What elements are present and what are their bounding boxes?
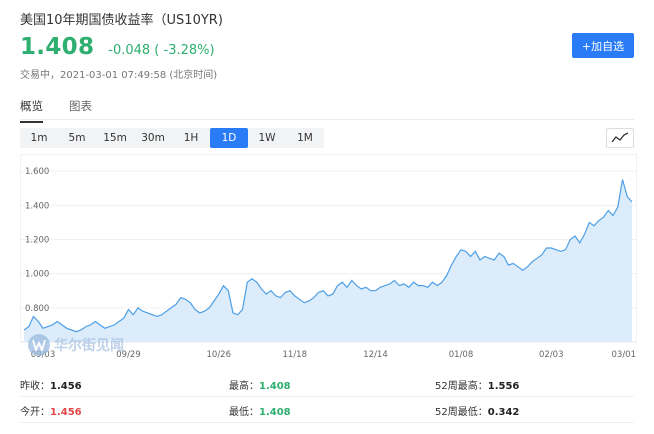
stats-table: 昨收：1.456 最高：1.408 52周最高：1.556 今开：1.456 最… [20,371,634,423]
price-row: 1.408 -0.048 ( -3.28%) [20,34,215,60]
period-5m[interactable]: 5m [58,128,96,148]
stats-row: 今开：1.456 最低：1.408 52周最低：0.342 [20,397,634,423]
price-chart[interactable]: 0.8001.0001.2001.4001.60009/0309/2910/26… [19,153,638,360]
stat-open: 今开：1.456 [20,407,82,418]
period-15m[interactable]: 15m [96,128,134,148]
tabs-divider [20,119,634,120]
x-tick-label: 03/01 [612,350,637,358]
period-1m[interactable]: 1m [20,128,58,148]
trading-status: 交易中， [20,70,60,81]
x-tick-label: 12/14 [363,350,388,358]
x-tick-label: 01/08 [449,350,474,358]
watermark-text: 华尔街见闻 [54,338,124,354]
line-chart-icon [611,132,629,143]
price-chart-svg: 0.8001.0001.2001.4001.60009/0309/2910/26… [19,153,638,360]
timestamp: 2021-03-01 07:49:58 (北京时间) [60,70,218,81]
y-tick-label: 1.600 [25,167,49,177]
stat-prev-close: 昨收：1.456 [20,381,82,392]
period-1mo[interactable]: 1M [286,128,324,148]
period-1w[interactable]: 1W [248,128,286,148]
price-change: -0.048 ( -3.28%) [108,43,215,58]
x-tick-label: 02/03 [539,350,564,358]
x-tick-label: 11/18 [283,350,308,358]
chart-type-button[interactable] [606,128,634,148]
period-selector: 1m 5m 15m 30m 1H 1D 1W 1M [20,128,324,148]
stat-52w-high: 52周最高：1.556 [435,381,520,392]
stat-52w-low: 52周最低：0.342 [435,407,520,418]
stat-high: 最高：1.408 [229,381,291,392]
x-tick-label: 10/26 [207,350,232,358]
watermark: 华尔街见闻 [28,334,124,356]
period-1h[interactable]: 1H [172,128,210,148]
y-tick-label: 1.200 [25,235,49,245]
stat-low: 最低：1.408 [229,407,291,418]
current-price: 1.408 [20,34,95,60]
y-tick-label: 1.400 [25,201,49,211]
stats-row: 昨收：1.456 最高：1.408 52周最高：1.556 [20,371,634,397]
period-30m[interactable]: 30m [134,128,172,148]
page-title: 美国10年期国债收益率（US10YR) [20,13,223,28]
period-1d[interactable]: 1D [210,128,248,148]
y-tick-label: 1.000 [25,270,49,280]
wallstreetcn-logo-icon [28,334,50,356]
y-tick-label: 0.800 [25,304,49,314]
add-watchlist-button[interactable]: +加自选 [572,33,634,58]
status-line: 交易中，2021-03-01 07:49:58 (北京时间) [20,66,217,81]
